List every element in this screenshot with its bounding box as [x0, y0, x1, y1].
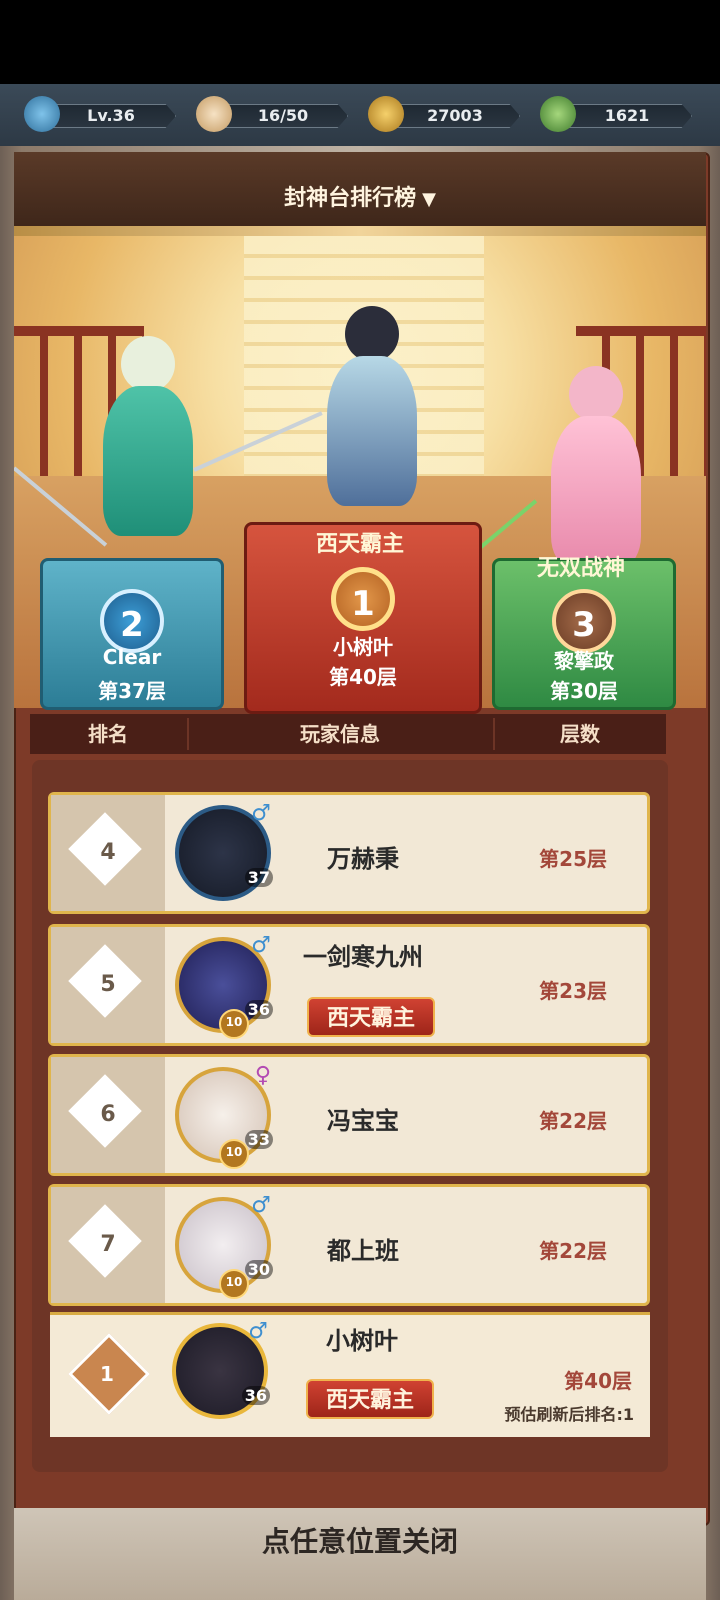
title-tag: 西天霸主: [306, 1379, 434, 1419]
my-name: 小树叶: [326, 1327, 398, 1355]
dragon-icon: [24, 96, 60, 132]
level-resource: Lv.36: [24, 96, 176, 132]
female-icon: ♀: [254, 1063, 271, 1088]
first-place-title: 西天霸主: [315, 532, 404, 557]
avatar[interactable]: ♂ 36 10: [175, 933, 273, 1039]
column-headers: 排名 玩家信息 层数: [30, 714, 666, 754]
col-player: 玩家信息: [300, 722, 380, 746]
estimated-rank: 预估刷新后排名:1: [504, 1405, 634, 1424]
male-icon: ♂: [251, 933, 271, 958]
rank-3-badge: 3: [552, 589, 616, 653]
third-place-title: 无双战神: [536, 556, 625, 581]
rank-number: 4: [100, 840, 116, 865]
list-item[interactable]: 7 ♂ 30 10 都上班 第22层: [48, 1184, 650, 1306]
col-floor: 层数: [560, 722, 600, 746]
male-icon: ♂: [251, 1193, 271, 1218]
player-floor: 第23层: [539, 979, 607, 1003]
leaf-icon: [540, 96, 576, 132]
my-floor: 第40层: [564, 1369, 632, 1393]
list-item[interactable]: 6 ♀ 33 10 冯宝宝 第22层: [48, 1054, 650, 1176]
player-name: 都上班: [327, 1237, 399, 1265]
avatar[interactable]: ♀ 33 10: [175, 1063, 273, 1169]
rank-number: 6: [100, 1102, 116, 1127]
second-place-floor: 第37层: [98, 679, 166, 703]
avatar[interactable]: ♂ 37: [175, 801, 273, 901]
male-icon: ♂: [251, 801, 271, 826]
list-item[interactable]: 5 ♂ 36 10 一剑寒九州 西天霸主 第23层: [48, 924, 650, 1046]
leaderboard-title[interactable]: 封神台排行榜 ▼: [0, 180, 720, 212]
first-place-character: [312, 306, 432, 506]
player-name: 冯宝宝: [327, 1107, 399, 1135]
vip-badge: 10: [219, 1009, 249, 1039]
my-rank-row[interactable]: 1 ♂ 36 小树叶 西天霸主 第40层 预估刷新后排名:1: [50, 1312, 650, 1437]
third-place-character: [536, 366, 656, 566]
rank-2-badge: 2: [100, 589, 164, 653]
bun-icon: [196, 96, 232, 132]
resource-bar: Lv.36 16/50 27003 1621: [0, 84, 720, 146]
avatar-level: 30: [244, 1260, 273, 1279]
avatar-level: 36: [241, 1386, 270, 1405]
avatar-level: 36: [244, 1000, 273, 1019]
list-item[interactable]: 4 ♂ 37 万赫秉 第25层: [48, 792, 650, 914]
player-floor: 第22层: [539, 1239, 607, 1263]
level-pill: Lv.36: [46, 104, 176, 128]
first-place-floor: 第40层: [329, 665, 397, 689]
rank-number: 7: [100, 1232, 116, 1257]
my-rank-number: 1: [100, 1362, 114, 1386]
first-place-name: 小树叶: [333, 635, 393, 659]
rank-1-badge: 1: [331, 567, 395, 631]
title-tag: 西天霸主: [307, 997, 435, 1037]
avatar[interactable]: ♂ 30 10: [175, 1193, 273, 1299]
second-place-character: [88, 336, 208, 556]
podium-second[interactable]: 2 Clear 第37层: [40, 558, 224, 710]
my-avatar[interactable]: ♂ 36: [172, 1319, 270, 1419]
vip-badge: 10: [219, 1139, 249, 1169]
avatar-level: 33: [244, 1130, 273, 1149]
col-rank: 排名: [88, 722, 128, 746]
stamina-resource[interactable]: 16/50: [196, 96, 348, 132]
third-place-floor: 第30层: [550, 679, 618, 703]
avatar-level: 37: [244, 868, 273, 887]
rank-number: 5: [100, 972, 116, 997]
vip-badge: 10: [219, 1269, 249, 1299]
player-name: 万赫秉: [327, 845, 399, 873]
player-floor: 第22层: [539, 1109, 607, 1133]
close-hint[interactable]: 点任意位置关闭: [0, 1520, 720, 1560]
status-bar-area: [0, 0, 720, 84]
player-name: 一剑寒九州: [303, 943, 423, 971]
jade-resource[interactable]: 1621: [540, 96, 692, 132]
coin-icon: [368, 96, 404, 132]
dropdown-icon: ▼: [422, 189, 436, 210]
male-icon: ♂: [248, 1319, 268, 1344]
coin-resource[interactable]: 27003: [368, 96, 520, 132]
third-place-name: 黎擎政: [554, 649, 614, 673]
player-floor: 第25层: [539, 847, 607, 871]
second-place-name: Clear: [102, 645, 162, 669]
